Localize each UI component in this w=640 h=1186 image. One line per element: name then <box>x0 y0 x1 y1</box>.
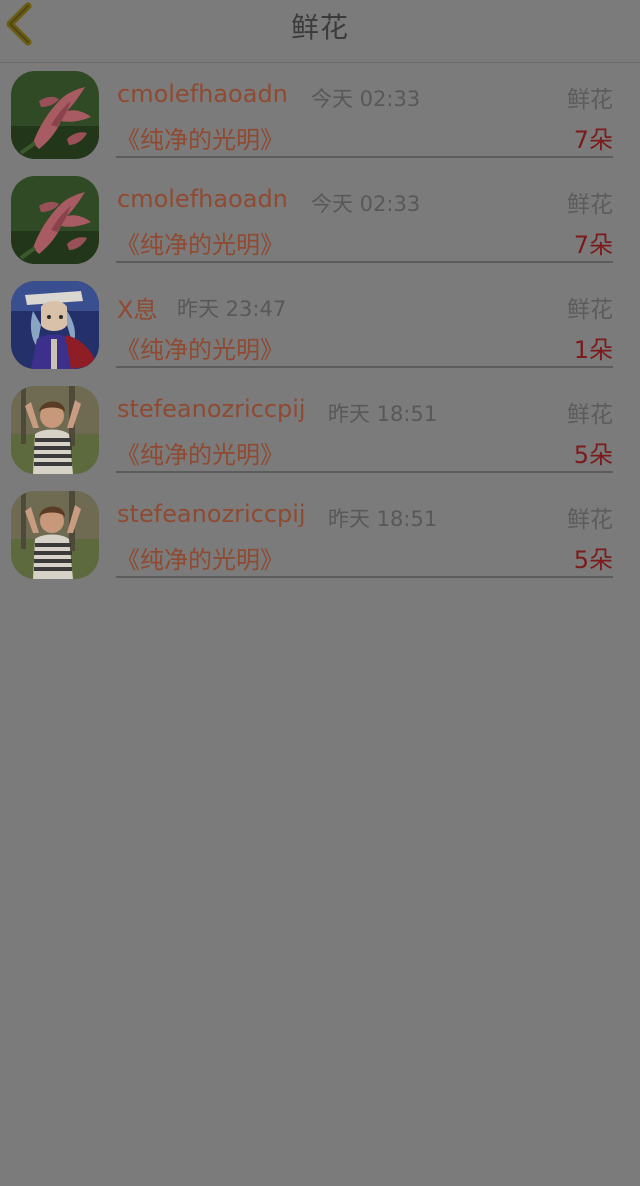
book-title[interactable]: 《纯净的光明》 <box>116 540 284 575</box>
gift-count: 5朵 <box>573 546 613 574</box>
child-avatar-icon[interactable] <box>11 491 99 579</box>
book-title[interactable]: 《纯净的光明》 <box>116 330 284 365</box>
user-name: stefeanozriccpij <box>117 395 306 423</box>
row-divider <box>116 156 613 158</box>
gift-count: 7朵 <box>573 126 613 154</box>
nav-bar: 鲜花 <box>0 0 640 63</box>
book-title[interactable]: 《纯净的光明》 <box>116 225 284 260</box>
gift-count: 5朵 <box>573 441 613 469</box>
timestamp: 今天 02:33 <box>311 192 421 216</box>
flower-avatar-icon[interactable] <box>11 176 99 264</box>
flower-avatar-icon[interactable] <box>11 71 99 159</box>
list-item[interactable]: stefeanozriccpij 昨天 18:51 鲜花 《纯净的光明》 5朵 <box>0 378 640 483</box>
timestamp: 昨天 18:51 <box>328 402 438 426</box>
row-divider <box>116 261 613 263</box>
row-divider <box>116 366 613 368</box>
user-name: cmolefhaoadn <box>117 185 288 213</box>
list-item[interactable]: cmolefhaoadn 今天 02:33 鲜花 《纯净的光明》 7朵 <box>0 63 640 168</box>
row-divider <box>116 471 613 473</box>
flower-list: cmolefhaoadn 今天 02:33 鲜花 《纯净的光明》 7朵 cmol… <box>0 63 640 588</box>
book-title[interactable]: 《纯净的光明》 <box>116 120 284 155</box>
gift-type: 鲜花 <box>567 402 613 428</box>
user-name: X息 <box>117 296 158 324</box>
timestamp: 昨天 23:47 <box>177 297 287 321</box>
timestamp: 昨天 18:51 <box>328 507 438 531</box>
gift-count: 7朵 <box>573 231 613 259</box>
list-item[interactable]: cmolefhaoadn 今天 02:33 鲜花 《纯净的光明》 7朵 <box>0 168 640 273</box>
gift-count: 1朵 <box>573 336 613 364</box>
user-name: cmolefhaoadn <box>117 80 288 108</box>
gift-type: 鲜花 <box>567 192 613 218</box>
book-title[interactable]: 《纯净的光明》 <box>116 435 284 470</box>
gift-type: 鲜花 <box>567 87 613 113</box>
list-item[interactable]: X息 昨天 23:47 鲜花 《纯净的光明》 1朵 <box>0 273 640 378</box>
list-item[interactable]: stefeanozriccpij 昨天 18:51 鲜花 《纯净的光明》 5朵 <box>0 483 640 588</box>
gift-type: 鲜花 <box>567 297 613 323</box>
anime-avatar-icon[interactable] <box>11 281 99 369</box>
child-avatar-icon[interactable] <box>11 386 99 474</box>
row-divider <box>116 576 613 578</box>
timestamp: 今天 02:33 <box>311 87 421 111</box>
gift-type: 鲜花 <box>567 507 613 533</box>
page-title: 鲜花 <box>290 11 349 44</box>
user-name: stefeanozriccpij <box>117 500 306 528</box>
